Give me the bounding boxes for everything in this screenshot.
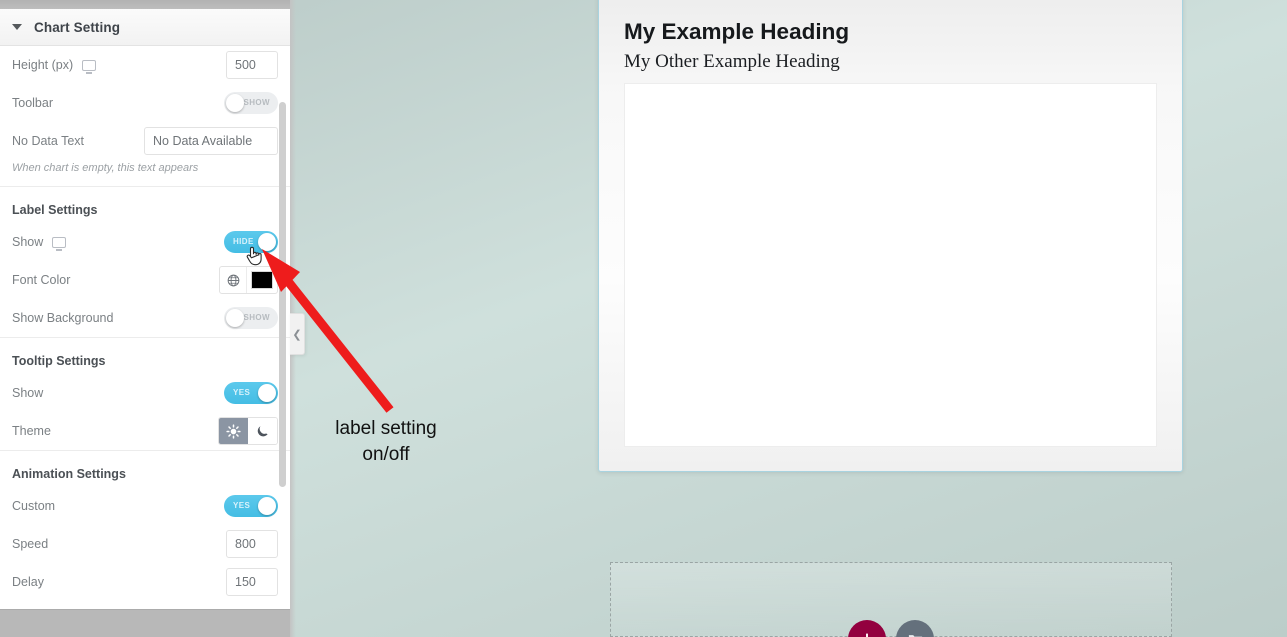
toolbar-label: Toolbar: [12, 96, 53, 110]
label-show-label: Show: [12, 235, 44, 249]
add-section-button[interactable]: [848, 620, 886, 637]
plus-icon: [866, 633, 868, 637]
show-background-label: Show Background: [12, 311, 114, 325]
show-background-toggle-knob[interactable]: [226, 309, 244, 327]
height-input[interactable]: [226, 51, 278, 79]
sidebar-scrollbar-thumb[interactable]: [279, 102, 286, 487]
animation-custom-label: Custom: [12, 499, 56, 513]
section-animation-settings: Animation Settings Custom YES Speed Dela…: [0, 450, 290, 601]
folder-icon: [908, 634, 922, 637]
page-subtitle: My Other Example Heading: [624, 51, 840, 72]
font-color-label: Font Color: [12, 273, 71, 287]
no-data-text-input[interactable]: [144, 127, 278, 155]
label-show-toggle-knob[interactable]: [258, 233, 276, 251]
section-tooltip-settings: Tooltip Settings Show YES Theme: [0, 337, 290, 450]
label-show-toggle[interactable]: HIDE: [224, 231, 278, 253]
toolbar-toggle-state: SHOW: [243, 98, 270, 107]
globe-icon[interactable]: [220, 267, 247, 293]
row-show-background: Show Background SHOW: [12, 299, 278, 337]
animation-settings-title: Animation Settings: [12, 467, 126, 481]
label-settings-title: Label Settings: [12, 203, 98, 217]
animation-speed-input[interactable]: [226, 530, 278, 558]
chevron-left-icon: ❮: [292, 328, 302, 341]
sun-icon[interactable]: [219, 418, 248, 444]
toolbar-toggle[interactable]: SHOW: [224, 92, 278, 114]
monitor-icon[interactable]: [82, 59, 97, 71]
tooltip-theme-label: Theme: [12, 424, 51, 438]
no-data-text-label: No Data Text: [12, 134, 85, 148]
monitor-icon[interactable]: [52, 236, 67, 248]
section-chart-settings: Height (px) Toolbar SHOW No Data Text: [0, 46, 290, 186]
section-label-settings: Label Settings Show HIDE Font Color Show…: [0, 186, 290, 337]
row-tooltip-show: Show YES: [12, 374, 278, 412]
window-top-strip: [0, 0, 290, 9]
label-show-label-group: Show: [12, 235, 67, 249]
row-tooltip-theme: Theme: [12, 412, 278, 450]
height-label: Height (px): [12, 58, 74, 72]
row-height: Height (px): [12, 46, 278, 84]
template-library-button[interactable]: [896, 620, 934, 637]
tooltip-settings-title: Tooltip Settings: [12, 354, 106, 368]
animation-speed-label: Speed: [12, 537, 49, 551]
empty-chart-area[interactable]: [624, 82, 1157, 447]
tooltip-show-toggle-knob[interactable]: [258, 384, 276, 402]
animation-custom-toggle[interactable]: YES: [224, 495, 278, 517]
font-color-control[interactable]: [219, 266, 278, 294]
row-toolbar: Toolbar SHOW: [12, 84, 278, 122]
panel-title: Chart Setting: [34, 19, 121, 35]
animation-delay-input[interactable]: [226, 568, 278, 596]
row-label-show: Show HIDE: [12, 223, 278, 261]
moon-icon[interactable]: [248, 418, 277, 444]
animation-custom-toggle-knob[interactable]: [258, 497, 276, 515]
panel-collapse-handle[interactable]: ❮: [290, 313, 305, 355]
toolbar-toggle-knob[interactable]: [226, 94, 244, 112]
tooltip-show-toggle[interactable]: YES: [224, 382, 278, 404]
animation-custom-toggle-state: YES: [233, 501, 251, 510]
annotation-line-2: on/off: [362, 443, 410, 465]
editor-canvas: My Example Heading My Other Example Head…: [598, 0, 1183, 472]
sidebar-scrollbar-track[interactable]: [279, 46, 286, 609]
panel-footer: [0, 609, 290, 637]
no-data-text-hint: When chart is empty, this text appears: [12, 162, 199, 174]
height-label-group: Height (px): [12, 58, 97, 72]
add-new-section-dropzone[interactable]: [610, 562, 1172, 637]
animation-delay-label: Delay: [12, 575, 44, 589]
show-background-toggle[interactable]: SHOW: [224, 307, 278, 329]
tooltip-theme-picker[interactable]: [218, 417, 278, 445]
label-show-toggle-state: HIDE: [233, 237, 254, 246]
tooltip-show-toggle-state: YES: [233, 388, 251, 397]
page-title: My Example Heading: [624, 19, 850, 44]
row-animation-delay: Delay: [12, 563, 278, 601]
row-animation-custom: Custom YES: [12, 487, 278, 525]
row-animation-speed: Speed: [12, 525, 278, 563]
row-no-data-text: No Data Text: [12, 122, 278, 160]
chart-settings-sidebar: Chart Setting Height (px) Toolbar SHOW: [0, 0, 290, 637]
panel-header[interactable]: Chart Setting: [0, 9, 290, 46]
caret-down-icon[interactable]: [12, 24, 22, 30]
annotation-line-1: label setting: [335, 418, 437, 439]
annotation-text: label setting on/off: [318, 416, 454, 467]
panel-scroll-body: Height (px) Toolbar SHOW No Data Text: [0, 46, 290, 609]
row-font-color: Font Color: [12, 261, 278, 299]
font-color-swatch[interactable]: [251, 271, 273, 289]
tooltip-show-label: Show: [12, 386, 44, 400]
show-background-toggle-state: SHOW: [243, 313, 270, 322]
